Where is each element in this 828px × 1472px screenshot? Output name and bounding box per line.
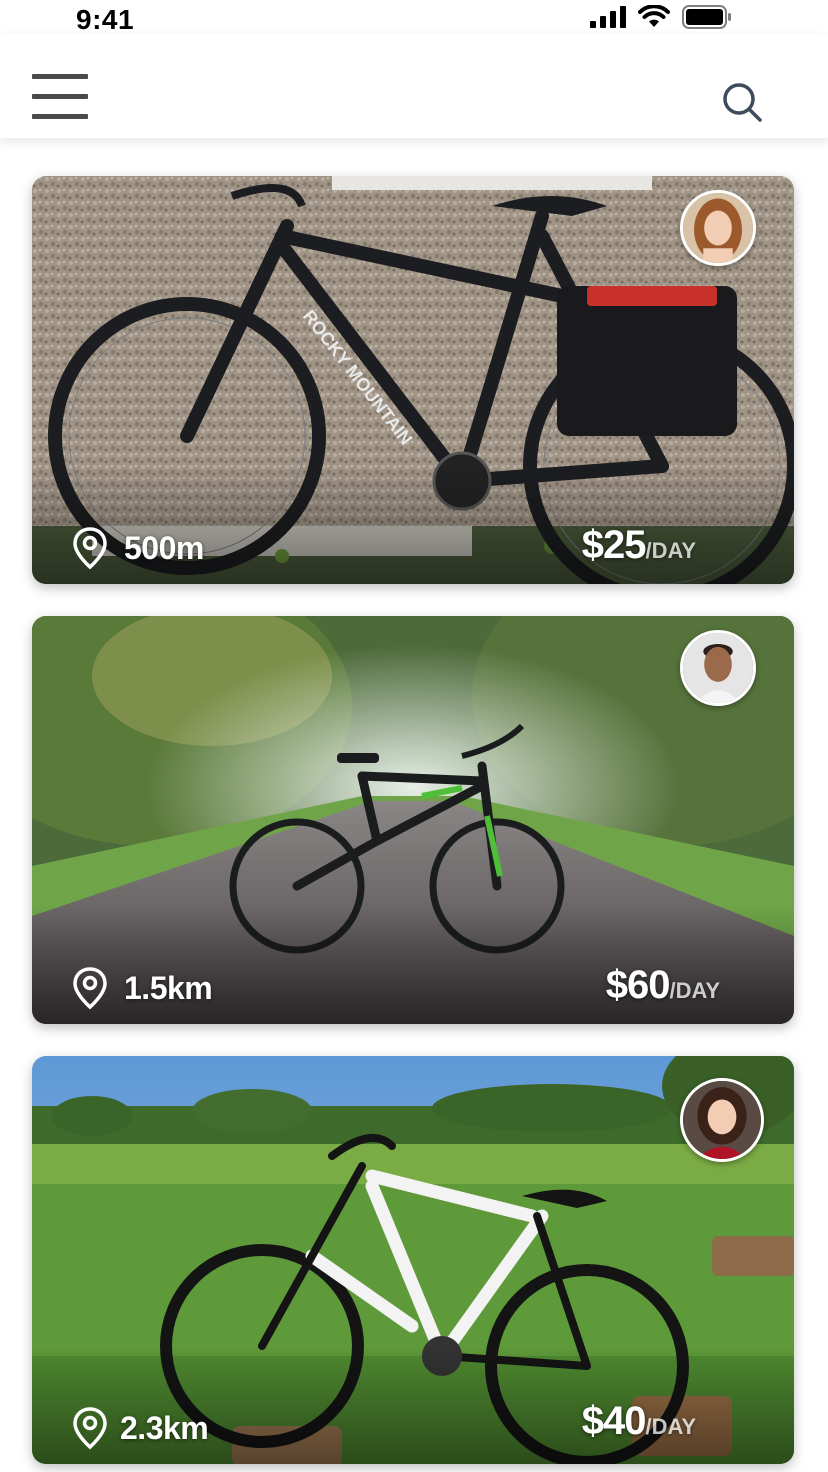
top-nav-bar [0,34,828,138]
battery-icon [682,5,731,29]
menu-line [32,94,88,99]
price-value: $40 [581,1399,647,1443]
status-time: 9:41 [76,4,135,35]
distance-label: 2.3km [72,1406,209,1450]
location-pin-icon [73,527,107,570]
bike-listing-card[interactable]: 2.3km $40/DAY [32,1056,794,1464]
owner-avatar[interactable] [680,630,756,706]
distance-label: 1.5km [72,966,213,1010]
wifi-icon [638,5,670,27]
owner-avatar[interactable] [680,190,756,266]
distance-text: 1.5km [124,969,213,1006]
price-label: $60/DAY [606,963,720,1008]
location-pin-icon [73,967,107,1010]
price-value: $25 [581,523,647,567]
owner-avatar[interactable] [680,1078,764,1162]
price-unit: /DAY [645,538,696,563]
status-bar: 9:41 [0,0,828,35]
signal-bars-icon [590,6,626,28]
price-unit: /DAY [669,978,720,1003]
search-icon[interactable] [720,80,764,124]
distance-label: 500m [72,526,204,570]
menu-line [32,74,88,79]
price-unit: /DAY [645,1414,696,1439]
price-label: $25/DAY [582,523,696,568]
distance-text: 2.3km [120,1409,209,1446]
location-pin-icon [73,1407,107,1450]
hamburger-menu-icon[interactable] [30,74,90,122]
menu-line [32,114,88,119]
bike-listing-card[interactable]: 1.5km $60/DAY [32,616,794,1024]
bike-listing-card[interactable]: ROCKY MOUNTAIN 500m $25/DAY [32,176,794,584]
price-label: $40/DAY [582,1399,696,1444]
price-value: $60 [605,963,671,1007]
distance-text: 500m [124,529,204,566]
status-icons [590,5,732,29]
